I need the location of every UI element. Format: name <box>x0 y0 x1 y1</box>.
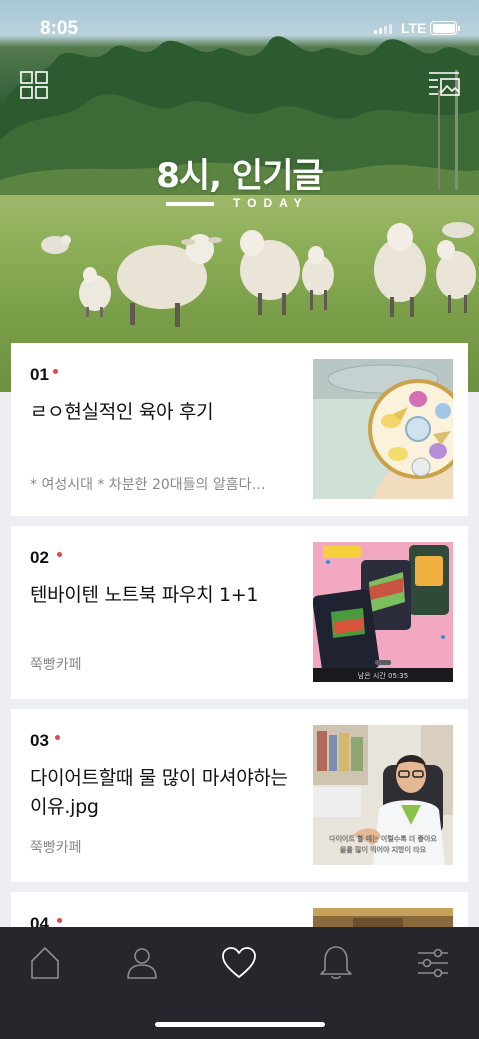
article-card-3[interactable]: 03 다이어트할때 물 많이 마셔야하는 이유.jpg 쭉빵카페 다이어트 할 … <box>11 709 468 882</box>
status-time: 8:05 <box>40 18 79 39</box>
article-title: 다이어트할때 물 많이 마셔야하는 이유.jpg <box>30 767 288 818</box>
grid-icon[interactable] <box>20 71 48 99</box>
bell-icon[interactable] <box>316 943 356 983</box>
home-indicator <box>155 1022 325 1027</box>
article-rank: 03 <box>30 731 49 750</box>
thumb-timer-label: 남은 시간 05:35 <box>358 671 408 680</box>
bottom-tab-bar <box>0 927 479 1039</box>
home-icon[interactable] <box>25 943 65 983</box>
article-thumbnail[interactable]: 남은 시간 05:35 <box>313 542 453 682</box>
person-icon[interactable] <box>122 943 162 983</box>
signal-icon <box>374 24 392 34</box>
page-title: 8시, 인기글 <box>156 156 324 196</box>
sliders-icon[interactable] <box>413 943 453 983</box>
page-subtitle: TODAY <box>233 196 309 210</box>
sheep-illustration <box>41 222 476 327</box>
article-source: * 여성시대 * 차분한 20대들의 알흠다… <box>30 477 266 493</box>
status-bar: 8:05 LTE <box>0 0 479 60</box>
title-underline <box>166 202 214 206</box>
article-source: 쭉빵카페 <box>30 840 82 856</box>
thumb-caption-line-2: 물을 많이 먹어야 지방이 타요 <box>340 845 427 854</box>
new-dot <box>55 735 60 740</box>
article-thumbnail[interactable]: 다이어트 할 때는 이럴수록 더 좋아요 물을 많이 먹어야 지방이 타요 <box>313 725 453 865</box>
new-dot <box>57 552 62 557</box>
article-title: 텐바이텐 노트북 파우치 1+1 <box>30 584 259 606</box>
heart-icon[interactable] <box>219 943 259 983</box>
article-card-1[interactable]: 01 ㄹㅇ현실적인 육아 후기 * 여성시대 * 차분한 20대들의 알흠다… <box>11 343 468 516</box>
new-dot <box>57 918 62 923</box>
article-rank: 01 <box>30 365 49 384</box>
thumb-caption-line-1: 다이어트 할 때는 이럴수록 더 좋아요 <box>329 834 437 843</box>
list-menu-icon[interactable] <box>428 71 460 97</box>
article-title: ㄹㅇ현실적인 육아 후기 <box>30 401 214 423</box>
article-card-2[interactable]: 02 텐바이텐 노트북 파우치 1+1 쭉빵카페 남은 시간 05:35 <box>11 526 468 699</box>
new-dot <box>53 369 58 374</box>
battery-icon <box>430 21 460 35</box>
article-thumbnail[interactable] <box>313 359 453 499</box>
article-source: 쭉빵카페 <box>30 657 82 673</box>
article-rank: 02 <box>30 548 49 567</box>
network-label: LTE <box>401 20 427 36</box>
